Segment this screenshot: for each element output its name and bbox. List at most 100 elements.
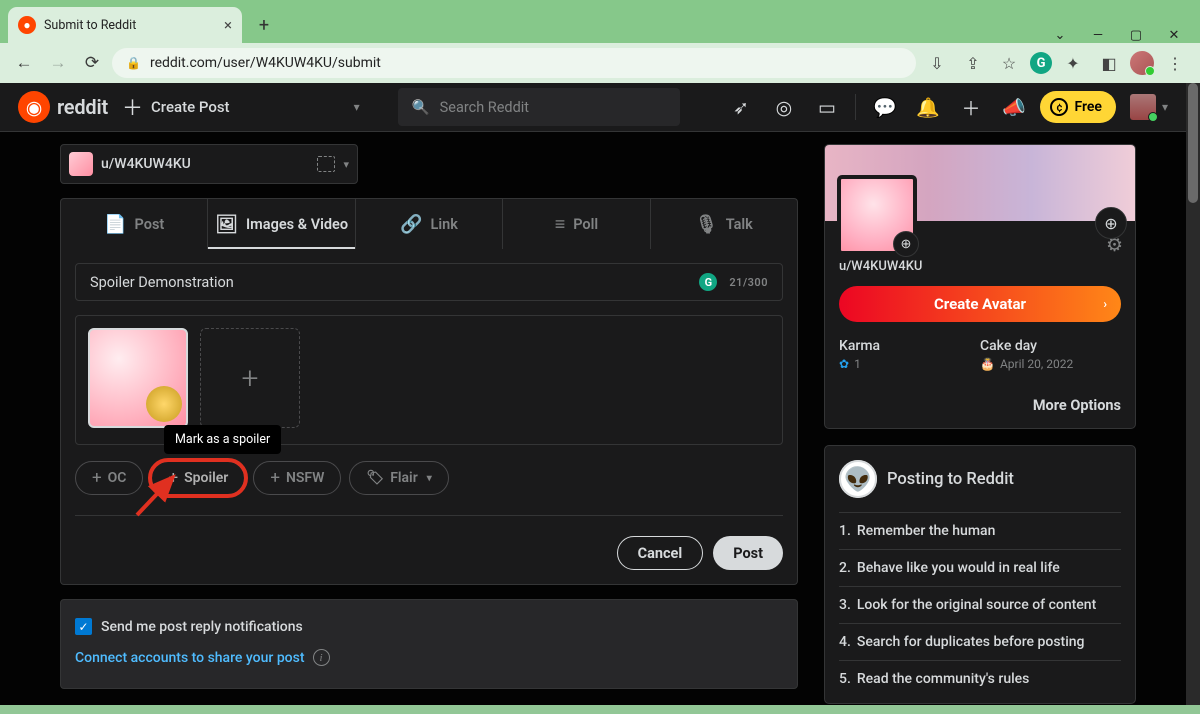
uploaded-image-thumb[interactable] (88, 328, 188, 428)
reddit-header: ◉ reddit ＋ Create Post ▾ 🔍 Search Reddit… (0, 83, 1186, 132)
popular-icon[interactable]: ➶ (724, 91, 757, 124)
connect-accounts-link[interactable]: Connect accounts to share your post (75, 650, 305, 666)
search-input[interactable]: 🔍 Search Reddit (398, 88, 680, 126)
rule-item: 4.Search for duplicates before posting (839, 623, 1121, 660)
chevron-down-icon[interactable]: ⌄ (1052, 28, 1068, 43)
address-bar[interactable]: 🔒 reddit.com/user/W4KUW4KU/submit (112, 48, 916, 78)
profile-avatar[interactable]: ⊕ (837, 175, 917, 255)
new-tab-button[interactable]: + (248, 9, 280, 41)
post-tags-row: Mark as a spoiler +OC +Spoiler +NSFW 🏷Fl… (75, 461, 783, 495)
url-text: reddit.com/user/W4KUW4KU/submit (150, 55, 381, 71)
flair-tag-button[interactable]: 🏷Flair▾ (349, 461, 448, 495)
reload-button[interactable]: ⟳ (78, 49, 106, 77)
tab-poll[interactable]: ≡Poll (503, 199, 650, 249)
chevron-down-icon: ▾ (343, 158, 349, 171)
community-name: u/W4KUW4KU (101, 156, 191, 172)
rule-item: 5.Read the community's rules (839, 660, 1121, 697)
sidepanel-icon[interactable]: ◧ (1094, 48, 1124, 78)
minimize-icon[interactable]: — (1090, 28, 1106, 43)
create-post-dropdown[interactable]: ＋ Create Post (122, 92, 230, 122)
user-avatar-icon (1130, 94, 1156, 120)
free-coins-button[interactable]: ¢ Free (1040, 91, 1116, 123)
create-post-label: Create Post (151, 98, 230, 116)
add-image-button[interactable]: + (200, 328, 300, 428)
chevron-down-icon: ▾ (1162, 100, 1168, 114)
oc-tag-button[interactable]: +OC (75, 461, 143, 495)
close-tab-icon[interactable]: × (224, 16, 232, 34)
more-options-link[interactable]: More Options (839, 397, 1121, 414)
browser-tabstrip: ● Submit to Reddit × + ⌄ — ▢ ✕ (0, 0, 1200, 43)
reddit-favicon: ● (18, 16, 36, 34)
chat-icon[interactable]: 💬 (868, 91, 901, 124)
back-button[interactable]: ← (10, 49, 38, 77)
separator (855, 94, 856, 120)
window-controls: ⌄ — ▢ ✕ (1052, 20, 1200, 43)
forward-button[interactable]: → (44, 49, 72, 77)
browser-tab[interactable]: ● Submit to Reddit × (8, 7, 242, 43)
tab-link[interactable]: 🔗Link (356, 199, 503, 249)
profile-username: u/W4KUW4KU (839, 259, 1121, 274)
add-avatar-button[interactable]: ⊕ (893, 231, 919, 257)
snoo-icon: 👽 (839, 460, 877, 498)
search-placeholder: Search Reddit (440, 99, 529, 116)
community-selector[interactable]: u/W4KUW4KU ▾ (60, 144, 358, 184)
advertise-icon[interactable]: 📣 (997, 91, 1030, 124)
tab-title: Submit to Reddit (44, 18, 136, 33)
char-counter: 21/300 (729, 276, 768, 289)
tab-images-video[interactable]: 🖼Images & Video (208, 199, 355, 249)
plus-icon: + (168, 468, 178, 488)
profile-banner: ⊕ ⊕ (825, 145, 1135, 221)
cancel-button[interactable]: Cancel (617, 536, 704, 570)
free-label: Free (1074, 99, 1102, 115)
chevron-right-icon: › (1103, 297, 1107, 311)
scrollbar-track[interactable] (1186, 83, 1200, 705)
add-banner-button[interactable]: ⊕ (1095, 207, 1127, 239)
maximize-icon[interactable]: ▢ (1128, 28, 1144, 43)
reply-notifications-label: Send me post reply notifications (101, 619, 303, 635)
tab-post[interactable]: 📄Post (61, 199, 208, 249)
profile-avatar-icon[interactable] (1130, 51, 1154, 75)
notifications-icon[interactable]: 🔔 (911, 91, 944, 124)
rule-item: 2.Behave like you would in real life (839, 549, 1121, 586)
create-avatar-button[interactable]: Create Avatar › (839, 286, 1121, 322)
live-icon[interactable]: ▭ (810, 91, 843, 124)
spoiler-tag-button[interactable]: +Spoiler (151, 461, 245, 495)
grammarly-icon[interactable]: G (699, 273, 717, 291)
coin-icon[interactable]: ◎ (767, 91, 800, 124)
chevron-down-icon[interactable]: ▾ (354, 100, 360, 114)
poll-icon: ≡ (555, 214, 566, 235)
scrollbar-thumb[interactable] (1188, 83, 1198, 203)
chevron-down-icon: ▾ (427, 473, 432, 484)
dashed-icon (317, 156, 335, 172)
grammarly-icon[interactable]: G (1030, 52, 1052, 74)
post-type-tabs: 📄Post 🖼Images & Video 🔗Link ≡Poll 🎙Talk (60, 198, 798, 249)
extensions-icon[interactable]: ✦ (1058, 48, 1088, 78)
karma-stat: Karma ✿1 (839, 338, 980, 371)
spoiler-tooltip: Mark as a spoiler (164, 425, 281, 454)
cake-icon: 🎂 (980, 357, 995, 371)
reply-notifications-checkbox[interactable]: ✓ (75, 618, 92, 635)
cakeday-stat: Cake day 🎂April 20, 2022 (980, 338, 1121, 371)
post-button[interactable]: Post (713, 536, 783, 570)
post-title-field[interactable]: G 21/300 (75, 263, 783, 301)
nsfw-tag-button[interactable]: +NSFW (253, 461, 341, 495)
link-icon: 🔗 (400, 214, 422, 235)
title-input[interactable] (90, 274, 699, 291)
info-icon[interactable]: i (313, 649, 330, 666)
share-icon[interactable]: ⇪ (958, 48, 988, 78)
tab-talk[interactable]: 🎙Talk (651, 199, 797, 249)
user-menu[interactable]: ▾ (1130, 94, 1168, 120)
plus-icon: + (92, 468, 102, 488)
bookmark-icon[interactable]: ☆ (994, 48, 1024, 78)
rules-title: Posting to Reddit (887, 470, 1014, 489)
menu-icon[interactable]: ⋮ (1160, 48, 1190, 78)
coin-icon: ¢ (1050, 98, 1068, 116)
reddit-logo[interactable]: ◉ reddit (18, 91, 108, 123)
karma-icon: ✿ (839, 357, 849, 371)
tag-icon: 🏷 (366, 470, 384, 486)
close-window-icon[interactable]: ✕ (1166, 28, 1182, 43)
add-icon[interactable]: ＋ (954, 91, 987, 124)
divider (75, 515, 783, 516)
mic-icon: 🎙 (695, 214, 718, 235)
install-icon[interactable]: ⇩ (922, 48, 952, 78)
